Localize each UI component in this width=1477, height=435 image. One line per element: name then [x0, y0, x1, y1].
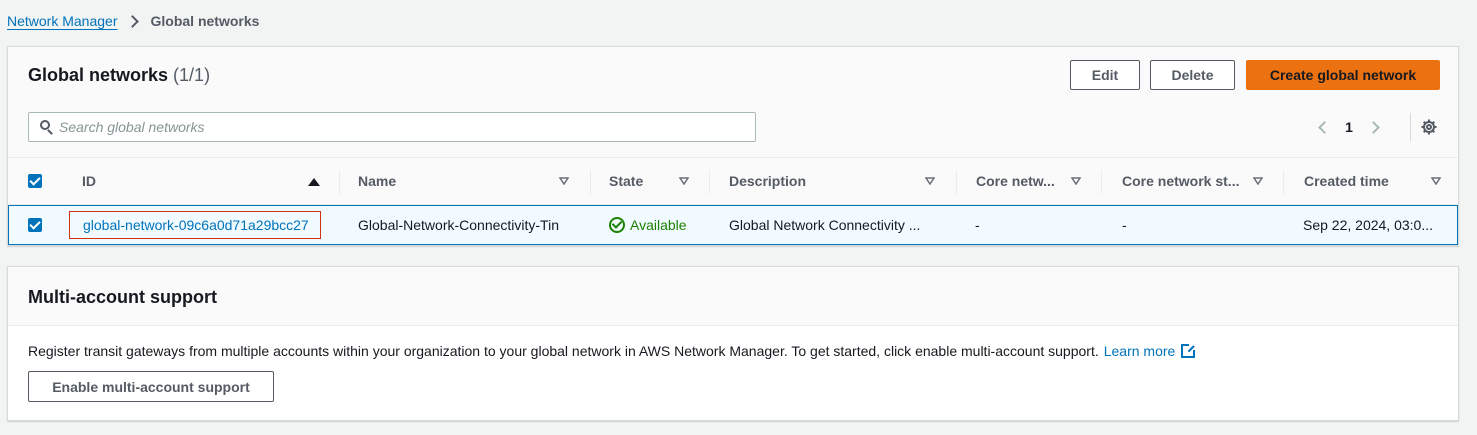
divider — [1410, 113, 1411, 141]
row-checkbox[interactable] — [28, 218, 42, 232]
multi-account-description: Register transit gateways from multiple … — [28, 343, 1099, 359]
external-link-icon — [1181, 343, 1197, 358]
row-core-network: - — [975, 217, 980, 233]
status-available-icon — [609, 217, 625, 233]
breadcrumb: Network Manager Global networks — [7, 11, 259, 31]
delete-button[interactable]: Delete — [1150, 60, 1235, 90]
column-label: Name — [358, 173, 397, 189]
row-state: Available — [609, 206, 709, 244]
row-created-time: Sep 22, 2024, 03:0... — [1303, 217, 1433, 233]
chevron-left-icon[interactable] — [1318, 120, 1331, 134]
multi-account-title: Multi-account support — [28, 287, 217, 307]
enable-multi-account-support-button[interactable]: Enable multi-account support — [28, 371, 274, 402]
column-header-core-network-state[interactable]: Core network st... — [1122, 158, 1257, 204]
sort-icon[interactable] — [1431, 177, 1441, 185]
multi-account-description-line: Register transit gateways from multiple … — [28, 343, 1197, 359]
multi-account-support-panel: Multi-account support Register transit g… — [7, 266, 1459, 421]
column-header-created-time[interactable]: Created time — [1304, 158, 1424, 204]
sort-icon[interactable] — [925, 177, 935, 185]
column-header-id[interactable]: ID — [82, 158, 322, 204]
table-header-row: ID Name State Description Core netw... C… — [8, 157, 1458, 205]
column-header-description[interactable]: Description — [729, 158, 929, 204]
global-network-id-link[interactable]: global-network-09c6a0d71a29bcc27 — [69, 211, 321, 239]
column-divider — [956, 170, 957, 194]
status-text: Available — [630, 217, 687, 233]
multi-account-header: Multi-account support — [8, 267, 1458, 326]
column-divider — [339, 170, 340, 194]
row-core-network-state: - — [1122, 217, 1127, 233]
panel-title-text: Global networks — [28, 65, 169, 85]
learn-more-link[interactable]: Learn more — [1103, 343, 1197, 359]
pagination: 1 — [1314, 115, 1384, 139]
row-description: Global Network Connectivity ... — [729, 217, 921, 233]
column-divider — [1283, 170, 1284, 194]
column-divider — [1101, 170, 1102, 194]
breadcrumb-network-manager-link[interactable]: Network Manager — [7, 13, 118, 29]
create-global-network-button[interactable]: Create global network — [1246, 60, 1440, 90]
breadcrumb-current: Global networks — [150, 13, 260, 29]
table-row[interactable]: global-network-09c6a0d71a29bcc27 Global-… — [8, 205, 1458, 245]
item-count: (1/1) — [173, 65, 211, 85]
column-header-core-network[interactable]: Core netw... — [976, 158, 1076, 204]
column-header-name[interactable]: Name — [358, 158, 558, 204]
sort-icon[interactable] — [679, 177, 689, 185]
column-divider — [709, 170, 710, 194]
search-input[interactable] — [59, 119, 739, 135]
table-header-section: Global networks (1/1) Edit Delete Create… — [8, 47, 1458, 157]
select-all-checkbox[interactable] — [28, 174, 42, 188]
column-header-state[interactable]: State — [609, 158, 679, 204]
sort-icon[interactable] — [1253, 177, 1263, 185]
column-label: Description — [729, 173, 807, 189]
global-networks-table-container: Global networks (1/1) Edit Delete Create… — [7, 46, 1459, 246]
sort-icon[interactable] — [1071, 177, 1081, 185]
column-divider — [590, 170, 591, 194]
search-icon — [29, 112, 59, 142]
search-field[interactable] — [28, 112, 756, 142]
column-label: State — [609, 173, 644, 189]
column-label: Created time — [1304, 173, 1389, 189]
column-label: ID — [82, 173, 96, 189]
column-label: Core netw... — [976, 173, 1055, 189]
sort-icon[interactable] — [559, 177, 569, 185]
chevron-right-icon[interactable] — [1367, 120, 1380, 134]
page-number[interactable]: 1 — [1339, 119, 1359, 135]
page-title: Global networks (1/1) — [28, 65, 210, 86]
row-name: Global-Network-Connectivity-Tin — [358, 217, 559, 233]
chevron-right-icon — [125, 14, 139, 28]
column-label: Core network st... — [1122, 173, 1240, 189]
settings-gear-icon[interactable] — [1421, 119, 1437, 135]
edit-button[interactable]: Edit — [1070, 60, 1140, 90]
learn-more-text: Learn more — [1103, 343, 1176, 359]
sort-ascending-icon[interactable] — [308, 178, 320, 186]
